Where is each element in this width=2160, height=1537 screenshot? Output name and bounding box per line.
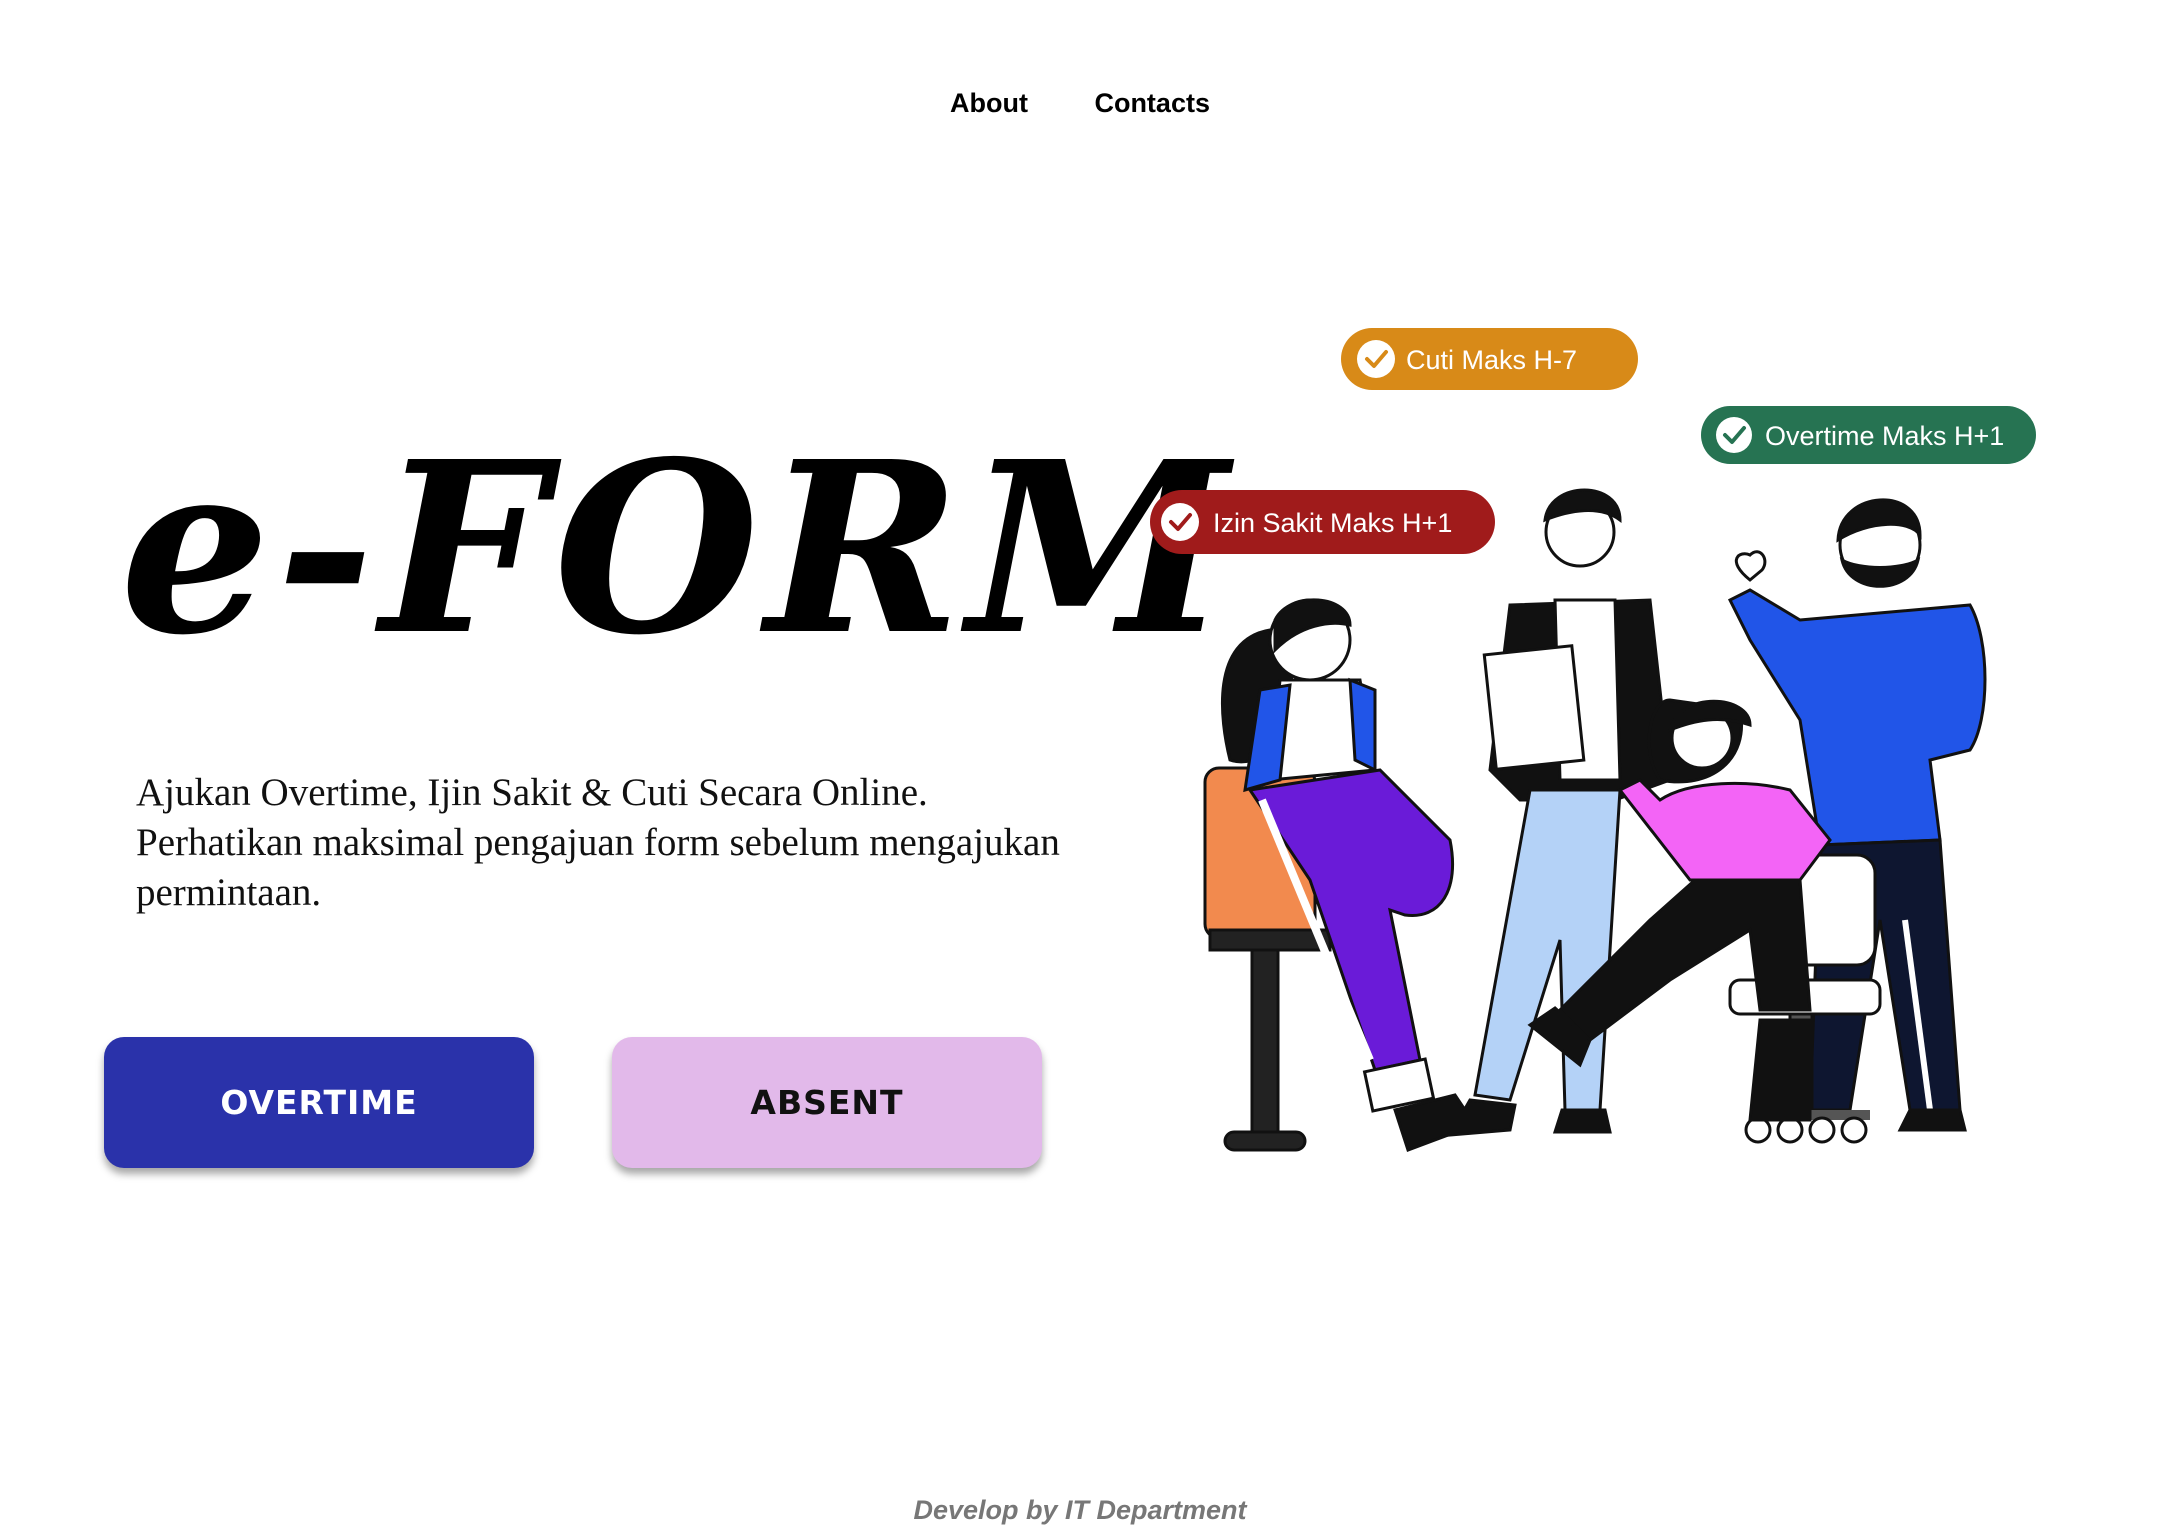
check-circle-icon	[1357, 340, 1395, 378]
absent-button[interactable]: ABSENT	[612, 1037, 1042, 1168]
badge-izin-label: Izin Sakit Maks H+1	[1213, 508, 1452, 538]
badge-cuti-label: Cuti Maks H-7	[1406, 345, 1577, 375]
nav-about-link[interactable]: About	[950, 88, 1028, 119]
check-circle-icon	[1161, 503, 1199, 541]
badge-izin-sakit: Izin Sakit Maks H+1	[1150, 490, 1495, 554]
footer-credit: Develop by IT Department	[913, 1495, 1247, 1525]
nav-contacts-link[interactable]: Contacts	[1094, 88, 1210, 119]
hero-description: Ajukan Overtime, Ijin Sakit & Cuti Secar…	[136, 771, 1060, 914]
badge-cuti: Cuti Maks H-7	[1341, 328, 1638, 390]
badge-overtime-label: Overtime Maks H+1	[1765, 421, 2004, 451]
overtime-button[interactable]: OVERTIME	[104, 1037, 534, 1168]
check-circle-icon	[1716, 417, 1752, 453]
team-illustration: Cuti Maks H-7 Overtime Maks H+1 Izin Sak…	[1150, 328, 2036, 1152]
hero-title: e-FORM	[120, 409, 1235, 687]
badge-overtime: Overtime Maks H+1	[1701, 406, 2036, 464]
top-nav: About Contacts	[0, 88, 2160, 119]
